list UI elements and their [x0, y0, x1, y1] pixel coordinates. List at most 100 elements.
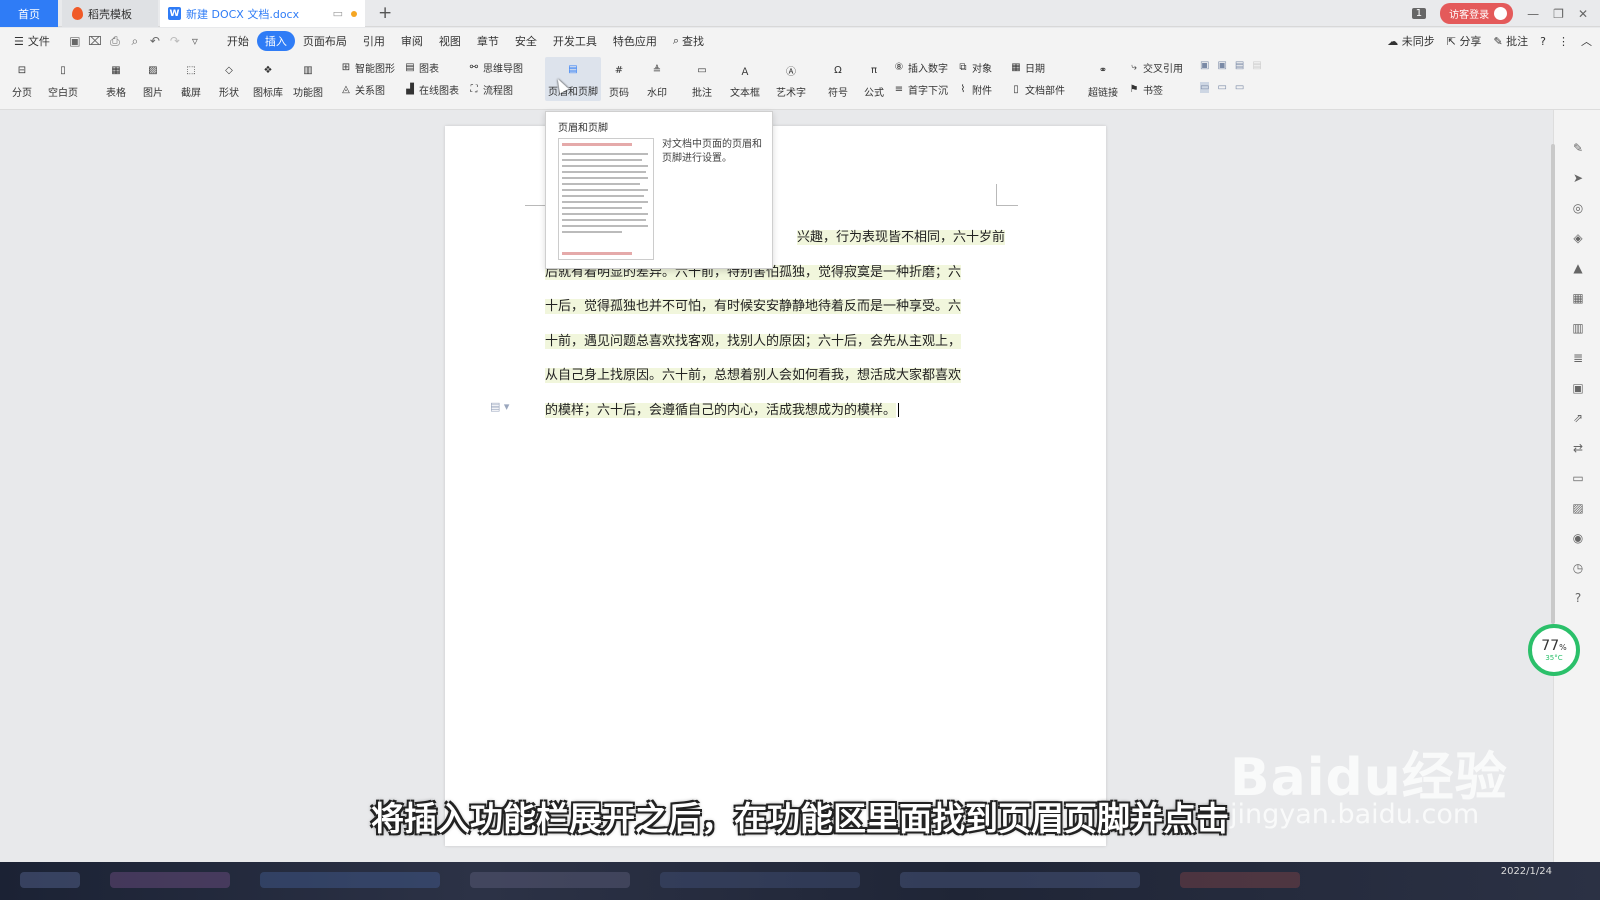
help-circle-icon[interactable]: ?	[1570, 590, 1586, 606]
taskbar-app-icon[interactable]	[20, 872, 80, 888]
menu-tab-developer[interactable]: 开发工具	[545, 31, 605, 51]
function-chart-button[interactable]: ▥ 功能图	[293, 58, 323, 100]
more-icon[interactable]: ⋮	[1558, 35, 1569, 48]
comment-button[interactable]: ✎ 批注	[1493, 33, 1528, 49]
table-panel-icon[interactable]: ▦	[1570, 290, 1586, 306]
smart-art-button[interactable]: ⊞ 智能图形	[340, 60, 395, 75]
paragraph-layout-icon[interactable]: ▤ ▾	[490, 400, 509, 413]
attachment-button[interactable]: ⌇ 附件	[957, 82, 992, 97]
layout-tool-3-icon[interactable]: ▤	[1235, 60, 1244, 71]
vertical-scrollbar[interactable]	[1551, 144, 1555, 624]
page-break-button[interactable]: ⊟ 分页	[10, 58, 34, 100]
share-button[interactable]: ⇱ 分享	[1447, 33, 1482, 49]
menu-tab-security[interactable]: 安全	[507, 31, 545, 51]
taskbar-app-icon[interactable]	[110, 872, 230, 888]
taskbar-app-icon[interactable]	[900, 872, 1140, 888]
wordart-button[interactable]: Ⓐ 艺术字	[776, 58, 806, 100]
undo-icon[interactable]: ↶	[148, 34, 162, 48]
layout-tool-2-icon[interactable]: ▣	[1217, 60, 1226, 71]
performance-widget[interactable]: 77% 35°C	[1528, 624, 1580, 676]
taskbar-app-icon[interactable]	[470, 872, 630, 888]
taskbar-clock[interactable]: 2022/1/24	[1501, 866, 1552, 877]
history-icon[interactable]: ◷	[1570, 560, 1586, 576]
table-button[interactable]: ▦ 表格	[104, 58, 128, 100]
relation-chart-button[interactable]: ◬ 关系图	[340, 82, 385, 97]
layout-tool-1-icon[interactable]: ▣	[1200, 60, 1209, 71]
minimize-icon[interactable]: —	[1527, 7, 1539, 21]
style-icon[interactable]: ▲	[1570, 260, 1586, 276]
redo-icon[interactable]: ↷	[168, 34, 182, 48]
translate-icon[interactable]: ⇄	[1570, 440, 1586, 456]
tab-document[interactable]: W 新建 DOCX 文档.docx ▭	[160, 0, 365, 27]
print-preview-icon[interactable]: ⌕	[128, 34, 142, 48]
menu-tab-references[interactable]: 引用	[355, 31, 393, 51]
online-chart-button[interactable]: ▟ 在线图表	[404, 82, 459, 97]
restore-icon[interactable]: ❐	[1553, 7, 1564, 21]
page-number-button[interactable]: # 页码	[607, 58, 631, 100]
tab-daoke-templates[interactable]: 稻壳模板	[62, 0, 158, 27]
menu-tab-section[interactable]: 章节	[469, 31, 507, 51]
cloud-sync-status[interactable]: ☁ 未同步	[1387, 33, 1435, 49]
file-menu[interactable]: ☰ 文件	[6, 31, 58, 51]
symbol-button[interactable]: Ω 符号	[826, 58, 850, 100]
picture-button[interactable]: ▨ 图片	[141, 58, 165, 100]
menu-tab-page-layout[interactable]: 页面布局	[295, 31, 355, 51]
menu-tab-insert[interactable]: 插入	[256, 31, 295, 51]
textbox-button[interactable]: Ａ 文本框	[730, 58, 760, 100]
chart-button[interactable]: ▤ 图表	[404, 60, 439, 75]
taskbar-app-icon[interactable]	[1180, 872, 1300, 888]
comment-insert-button[interactable]: ▭ 批注	[690, 58, 714, 100]
collapse-ribbon-icon[interactable]: ︿	[1581, 33, 1592, 49]
drop-cap-button[interactable]: ≡ 首字下沉	[893, 82, 948, 97]
menu-tab-special-apps[interactable]: 特色应用	[605, 31, 665, 51]
guest-login-button[interactable]: 访客登录	[1440, 3, 1514, 24]
save-icon[interactable]: ▣	[68, 34, 82, 48]
customize-dropdown-icon[interactable]: ▿	[188, 34, 202, 48]
screenshot-button[interactable]: ⬚ 截屏	[179, 58, 203, 100]
layout-tool-7-icon[interactable]: ▭	[1235, 82, 1244, 93]
archive-icon[interactable]: ▭	[1570, 470, 1586, 486]
insert-number-button[interactable]: ⑧ 插入数字	[893, 60, 948, 75]
bookmark-button[interactable]: ⚑ 书签	[1128, 82, 1163, 97]
flowchart-button[interactable]: ⛶ 流程图	[468, 82, 514, 97]
layout-tool-6-icon[interactable]: ▭	[1217, 82, 1226, 93]
location-icon[interactable]: ◎	[1570, 200, 1586, 216]
layout-tool-4-icon[interactable]: ▤	[1252, 60, 1261, 71]
new-tab-plus-icon[interactable]: +	[378, 3, 392, 23]
help-button[interactable]: ?	[1540, 35, 1546, 48]
tab-display-icon[interactable]: ▭	[333, 7, 343, 20]
shape-button[interactable]: ◇ 形状	[217, 58, 241, 100]
chart-panel-icon[interactable]: ▥	[1570, 320, 1586, 336]
layout-tool-5-icon[interactable]: ▭	[1200, 82, 1210, 93]
gallery-icon[interactable]: ▣	[1570, 380, 1586, 396]
date-button[interactable]: ▦ 日期	[1010, 60, 1045, 75]
object-button[interactable]: ⧉ 对象	[957, 60, 992, 75]
watermark-button[interactable]: ≜ 水印	[645, 58, 669, 100]
export-icon[interactable]: ⇗	[1570, 410, 1586, 426]
menu-tab-review[interactable]: 审阅	[393, 31, 431, 51]
cross-reference-button[interactable]: ⤷ 交叉引用	[1128, 60, 1183, 75]
image-panel-icon[interactable]: ▨	[1570, 500, 1586, 516]
taskbar-app-icon[interactable]	[260, 872, 440, 888]
menu-tab-view[interactable]: 视图	[431, 31, 469, 51]
window-count-badge[interactable]: 1	[1411, 8, 1427, 19]
adjust-icon[interactable]: ≣	[1570, 350, 1586, 366]
header-footer-button[interactable]: ▤ 页眉和页脚	[545, 57, 601, 101]
select-pointer-icon[interactable]: ➤	[1570, 170, 1586, 186]
formula-button[interactable]: π 公式	[862, 58, 886, 100]
doc-parts-button[interactable]: ▯ 文档部件	[1010, 82, 1065, 97]
protect-icon[interactable]: ◉	[1570, 530, 1586, 546]
menu-tab-start[interactable]: 开始	[219, 31, 257, 51]
print-icon[interactable]: ⎙	[108, 34, 122, 48]
search-command[interactable]: ⌕ 查找	[665, 31, 712, 51]
pen-icon[interactable]: ✎	[1570, 140, 1586, 156]
tab-home[interactable]: 首页	[0, 0, 58, 27]
mind-map-button[interactable]: ⚯ 思维导图	[468, 60, 523, 75]
blank-page-button[interactable]: ▯ 空白页	[48, 58, 78, 100]
hyperlink-button[interactable]: ⚭ 超链接	[1088, 58, 1118, 100]
icon-library-button[interactable]: ❖ 图标库	[253, 58, 283, 100]
close-icon[interactable]: ✕	[1578, 7, 1588, 21]
format-painter-icon[interactable]: ⌧	[88, 34, 102, 48]
taskbar-app-icon[interactable]	[660, 872, 860, 888]
shapes-icon[interactable]: ◈	[1570, 230, 1586, 246]
